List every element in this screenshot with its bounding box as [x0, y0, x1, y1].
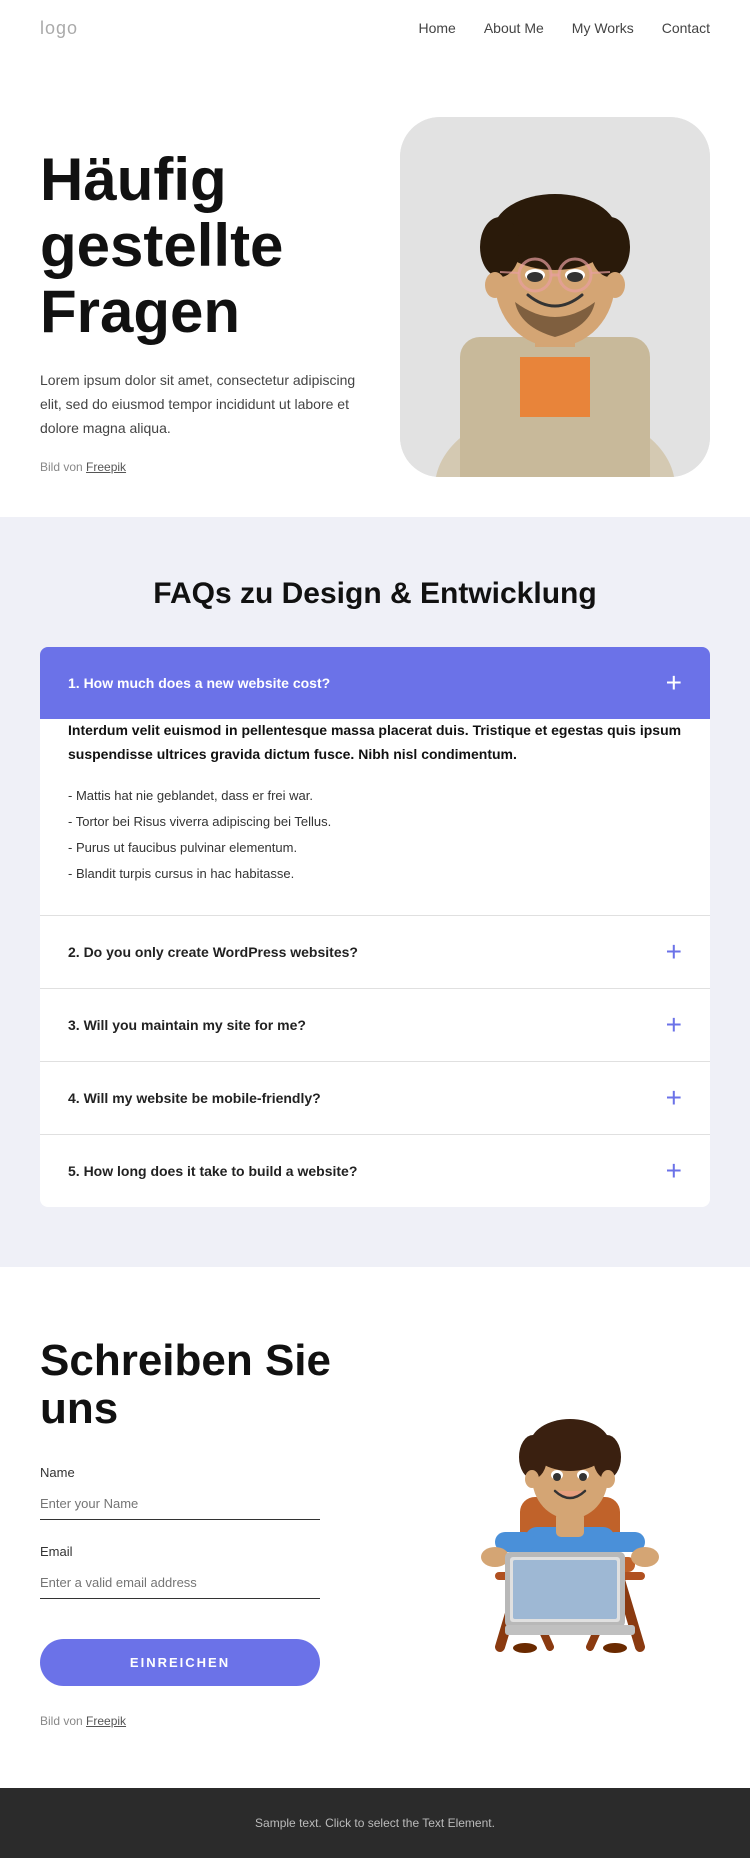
hero-credit: Bild von Freepik	[40, 460, 380, 474]
contact-email-field: Email	[40, 1544, 410, 1599]
faq-question[interactable]: 2. Do you only create WordPress websites…	[40, 916, 710, 988]
faq-plus-icon: +	[666, 1084, 682, 1112]
nav-links: Home About Me My Works Contact	[418, 20, 710, 38]
hero-section: Häufig gestellte Fragen Lorem ipsum dolo…	[0, 57, 750, 517]
faq-section: FAQs zu Design & Entwicklung 1. How much…	[0, 517, 750, 1267]
faq-question-text: 1. How much does a new website cost?	[68, 675, 330, 691]
faq-item-2: 2. Do you only create WordPress websites…	[40, 916, 710, 989]
navigation: logo Home About Me My Works Contact	[0, 0, 750, 57]
contact-title: Schreiben Sie uns	[40, 1337, 410, 1434]
faq-item-5: 5. How long does it take to build a webs…	[40, 1135, 710, 1207]
contact-submit-button[interactable]: EINREICHEN	[40, 1639, 320, 1686]
faq-item-1: 1. How much does a new website cost? + I…	[40, 647, 710, 916]
contact-email-input[interactable]	[40, 1567, 320, 1599]
faq-plus-icon: +	[666, 669, 682, 697]
nav-about[interactable]: About Me	[484, 20, 544, 36]
hero-title: Häufig gestellte Fragen	[40, 147, 380, 345]
footer: Sample text. Click to select the Text El…	[0, 1788, 750, 1858]
faq-question[interactable]: 4. Will my website be mobile-friendly? +	[40, 1062, 710, 1134]
nav-home[interactable]: Home	[418, 20, 455, 36]
hero-description: Lorem ipsum dolor sit amet, consectetur …	[40, 369, 380, 440]
contact-name-input[interactable]	[40, 1488, 320, 1520]
faq-question[interactable]: 1. How much does a new website cost? +	[40, 647, 710, 719]
logo: logo	[40, 18, 78, 39]
contact-email-label: Email	[40, 1544, 410, 1559]
contact-credit-link[interactable]: Freepik	[86, 1714, 126, 1728]
faq-item-3: 3. Will you maintain my site for me? +	[40, 989, 710, 1062]
footer-text: Sample text. Click to select the Text El…	[255, 1816, 495, 1830]
faq-list-item: Purus ut faucibus pulvinar elementum.	[68, 835, 682, 861]
contact-name-field: Name	[40, 1465, 410, 1520]
faq-section-title: FAQs zu Design & Entwicklung	[40, 577, 710, 611]
faq-question[interactable]: 3. Will you maintain my site for me? +	[40, 989, 710, 1061]
hero-credit-link[interactable]: Freepik	[86, 460, 126, 474]
nav-contact[interactable]: Contact	[662, 20, 710, 36]
nav-works[interactable]: My Works	[572, 20, 634, 36]
faq-list-item: Tortor bei Risus viverra adipiscing bei …	[68, 809, 682, 835]
contact-form-area: Schreiben Sie uns Name Email EINREICHEN …	[40, 1337, 410, 1729]
faq-question-text: 4. Will my website be mobile-friendly?	[68, 1090, 321, 1106]
faq-item-4: 4. Will my website be mobile-friendly? +	[40, 1062, 710, 1135]
contact-name-label: Name	[40, 1465, 410, 1480]
faq-list-item: Mattis hat nie geblandet, dass er frei w…	[68, 783, 682, 809]
faq-question-text: 2. Do you only create WordPress websites…	[68, 944, 358, 960]
faq-answer-list: Mattis hat nie geblandet, dass er frei w…	[68, 783, 682, 887]
contact-person-illustration	[450, 1357, 690, 1657]
faq-answer-bold: Interdum velit euismod in pellentesque m…	[68, 719, 682, 767]
faq-question-text: 3. Will you maintain my site for me?	[68, 1017, 306, 1033]
faq-list-item: Blandit turpis cursus in hac habitasse.	[68, 861, 682, 887]
faq-answer: Interdum velit euismod in pellentesque m…	[40, 719, 710, 915]
contact-illustration	[430, 1337, 710, 1657]
contact-credit: Bild von Freepik	[40, 1714, 410, 1728]
faq-question-text: 5. How long does it take to build a webs…	[68, 1163, 357, 1179]
hero-person-illustration	[400, 117, 710, 477]
faq-list: 1. How much does a new website cost? + I…	[40, 647, 710, 1207]
faq-plus-icon: +	[666, 938, 682, 966]
hero-text: Häufig gestellte Fragen Lorem ipsum dolo…	[40, 117, 380, 474]
hero-image	[400, 117, 710, 477]
contact-section: Schreiben Sie uns Name Email EINREICHEN …	[0, 1267, 750, 1789]
faq-plus-icon: +	[666, 1011, 682, 1039]
faq-question[interactable]: 5. How long does it take to build a webs…	[40, 1135, 710, 1207]
faq-plus-icon: +	[666, 1157, 682, 1185]
